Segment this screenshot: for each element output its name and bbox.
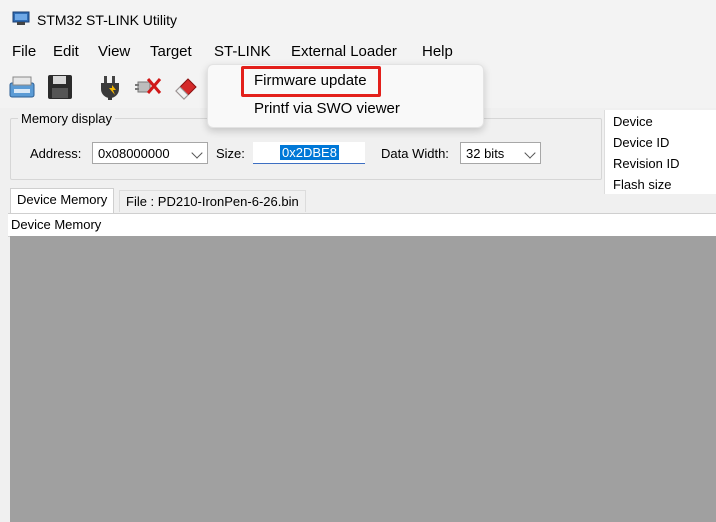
disconnect-icon[interactable] <box>134 73 162 101</box>
device-id-row-label: Device ID <box>613 135 670 150</box>
device-info-table: Device Device ID Revision ID Flash size <box>604 110 716 194</box>
data-width-combobox[interactable]: 32 bits <box>460 142 541 164</box>
menu-target[interactable]: Target <box>150 43 192 60</box>
address-label: Address: <box>30 146 82 161</box>
menu-file[interactable]: File <box>12 43 36 60</box>
data-width-value: 32 bits <box>466 146 505 161</box>
menu-stlink[interactable]: ST-LINK <box>214 43 271 60</box>
revision-id-row-label: Revision ID <box>613 156 680 171</box>
address-value: 0x08000000 <box>98 146 170 161</box>
menu-help[interactable]: Help <box>422 43 453 60</box>
tab-device-memory[interactable]: Device Memory <box>10 188 115 214</box>
tab-file[interactable]: File : PD210-IronPen-6-26.bin <box>119 190 306 212</box>
flash-size-row-label: Flash size <box>613 177 672 192</box>
size-label: Size: <box>216 146 245 161</box>
chevron-down-icon <box>524 147 536 159</box>
save-device-icon[interactable] <box>8 73 36 101</box>
erase-icon[interactable] <box>172 73 200 101</box>
address-combobox[interactable]: 0x08000000 <box>92 142 208 164</box>
connect-icon[interactable] <box>96 73 124 101</box>
memory-display-legend: Memory display <box>18 111 116 126</box>
menu-bar: File Edit View Target ST-LINK External L… <box>0 38 716 66</box>
firmware-update-highlight <box>241 66 381 97</box>
chevron-down-icon <box>191 147 203 159</box>
data-width-label: Data Width: <box>381 146 449 161</box>
device-memory-header: Device Memory <box>8 213 716 237</box>
menu-external-loader[interactable]: External Loader <box>291 43 397 60</box>
device-memory-header-label: Device Memory <box>11 217 102 232</box>
size-input[interactable]: 0x2DBE8 <box>253 142 365 164</box>
menu-edit[interactable]: Edit <box>53 43 79 60</box>
size-value: 0x2DBE8 <box>280 145 339 160</box>
menu-view[interactable]: View <box>98 43 130 60</box>
save-file-icon[interactable] <box>46 73 74 101</box>
stlink-app-icon <box>12 11 30 25</box>
device-row-label: Device <box>613 114 653 129</box>
menu-item-printf-swo-viewer[interactable]: Printf via SWO viewer <box>254 100 400 117</box>
window-title: STM32 ST-LINK Utility <box>37 12 178 28</box>
device-memory-view[interactable] <box>10 236 716 522</box>
